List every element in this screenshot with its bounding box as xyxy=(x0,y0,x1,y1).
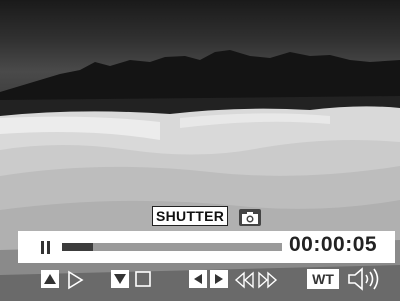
right-icon[interactable] xyxy=(210,270,228,288)
fast-forward-icon[interactable] xyxy=(256,270,278,290)
wt-button[interactable]: WT xyxy=(307,269,339,289)
shutter-label: SHUTTER xyxy=(152,206,229,226)
play-icon[interactable] xyxy=(66,270,84,290)
time-display: 00:00:05 xyxy=(289,233,378,256)
playback-screen: SHUTTER 00:00:05 WT xyxy=(0,0,400,301)
rewind-icon[interactable] xyxy=(234,270,256,290)
up-icon[interactable] xyxy=(41,270,59,288)
camera-icon xyxy=(239,209,261,226)
left-icon[interactable] xyxy=(189,270,207,288)
playback-bar: 00:00:05 xyxy=(18,231,395,263)
speaker-icon[interactable] xyxy=(347,267,381,291)
pause-icon[interactable] xyxy=(40,241,52,254)
progress-fill xyxy=(62,243,93,251)
stop-icon[interactable] xyxy=(134,271,152,291)
down-icon[interactable] xyxy=(111,270,129,288)
progress-track[interactable] xyxy=(62,243,282,251)
